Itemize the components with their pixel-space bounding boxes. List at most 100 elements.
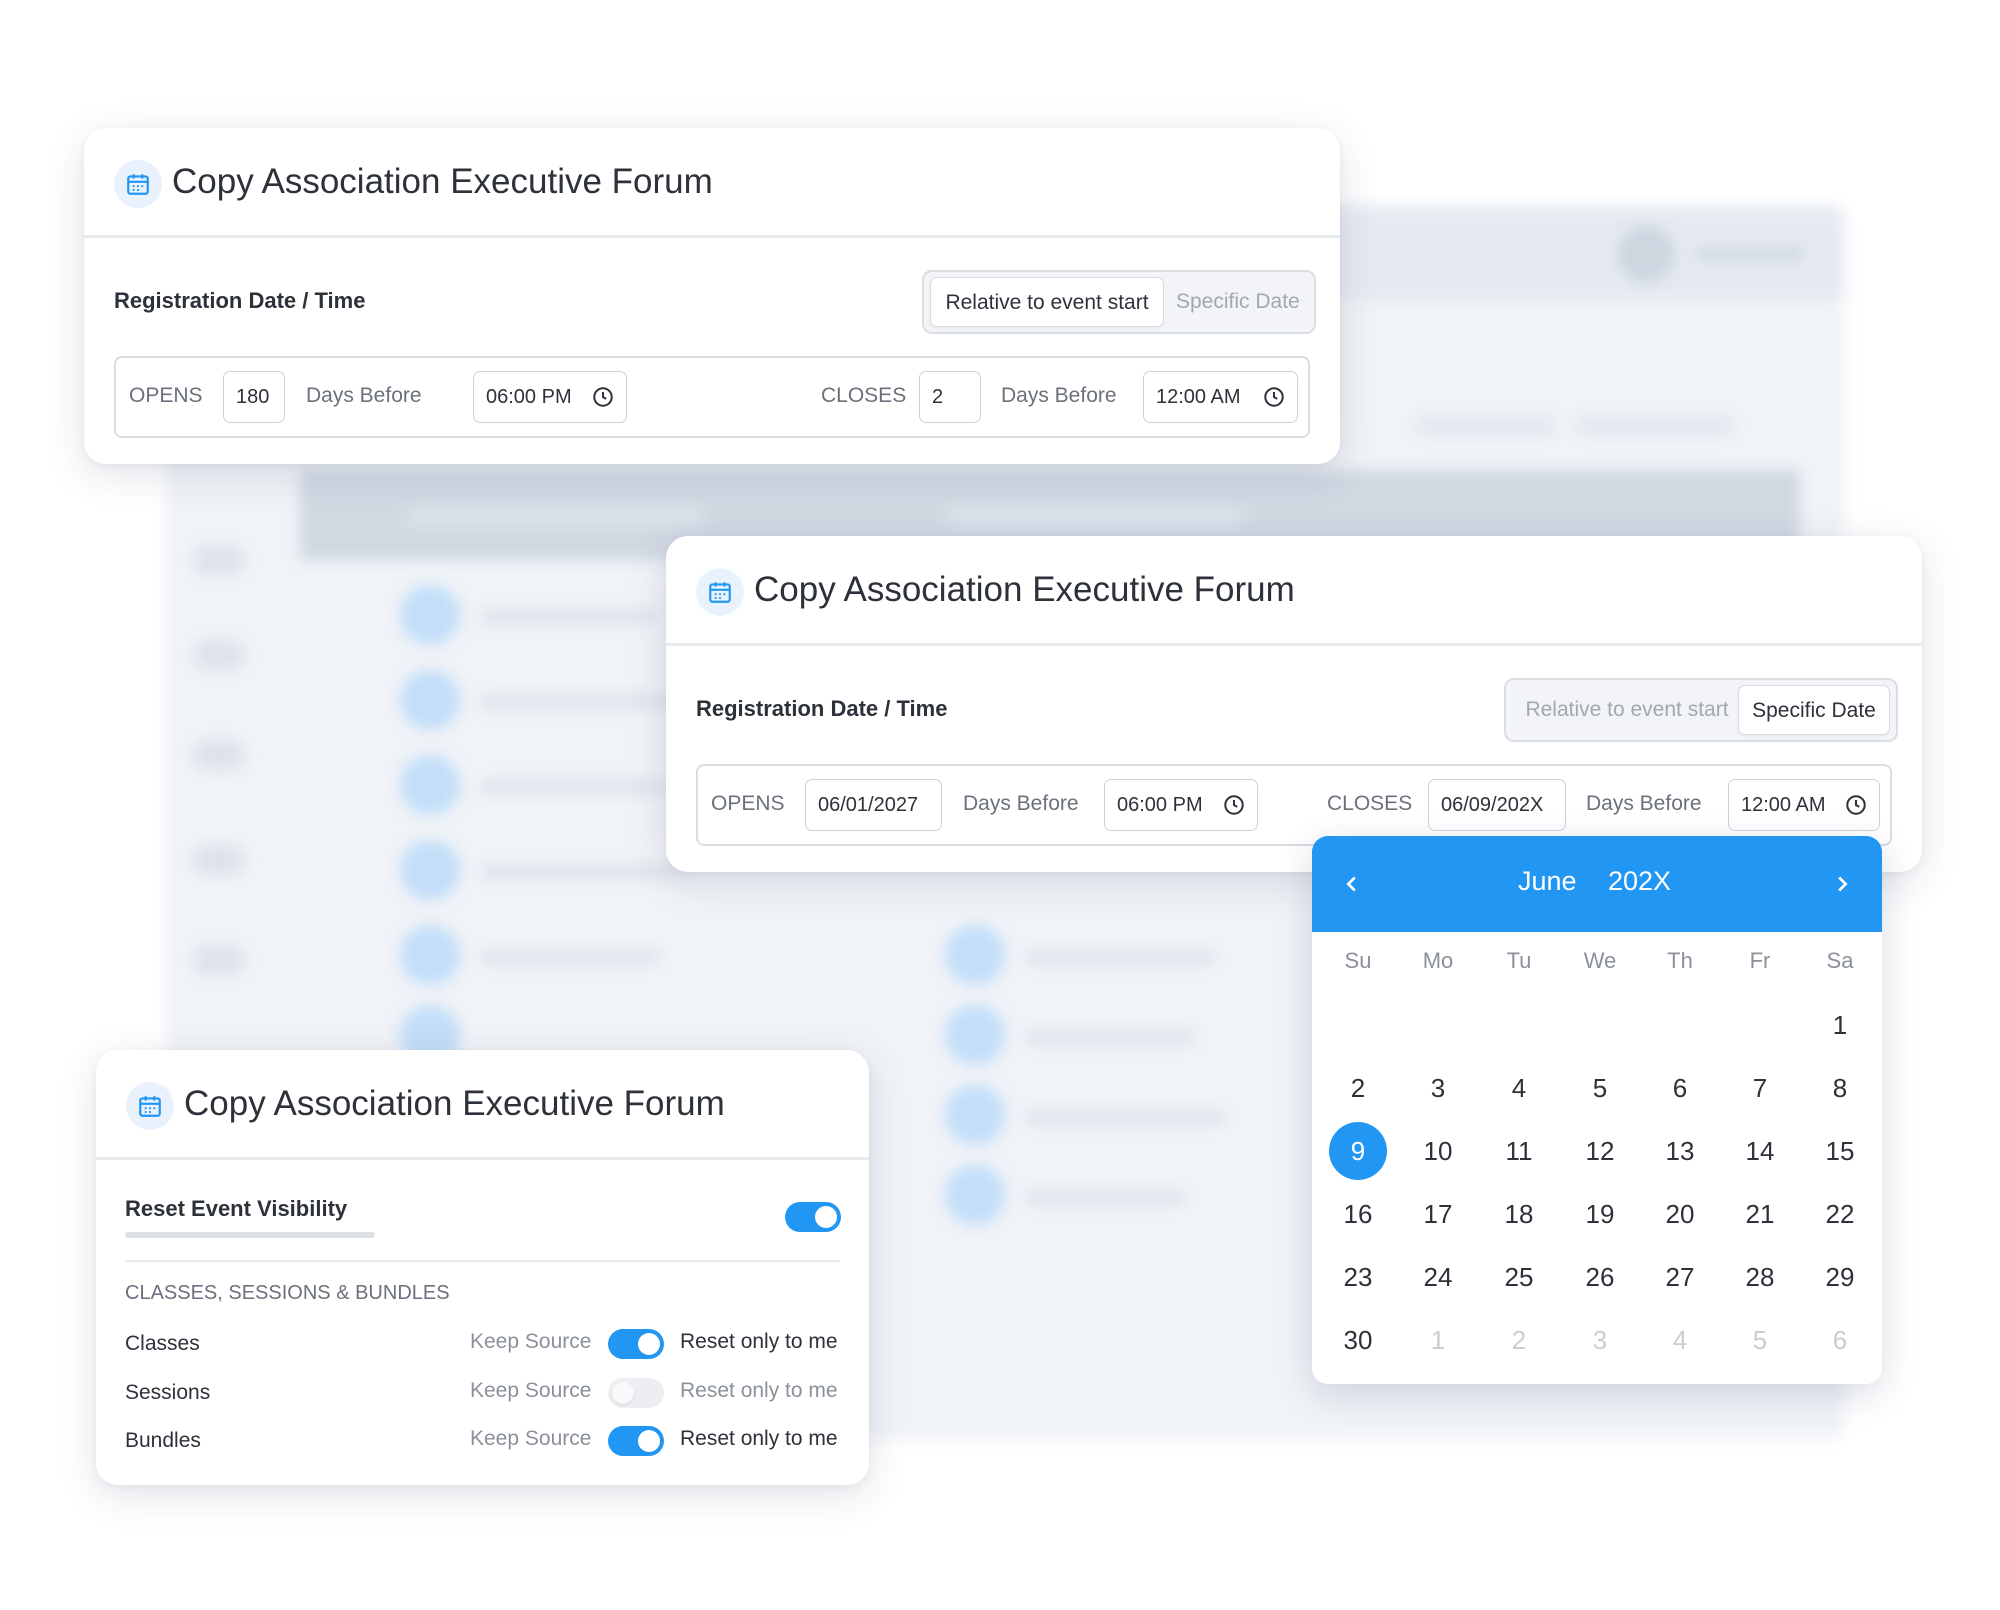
card-header: Copy Association Executive Forum [96, 1050, 869, 1160]
opens-date-input[interactable]: 06/01/2027 [805, 779, 942, 831]
registration-row: OPENS 06/01/2027 Days Before 06:00 PM CL… [696, 764, 1892, 846]
background-sidebar-item [193, 945, 245, 975]
calendar-day[interactable]: 12 [1571, 1122, 1629, 1180]
bundles-reset-only: Reset only to me [680, 1427, 838, 1450]
section-label: Registration Date / Time [114, 288, 366, 313]
calendar-day[interactable]: 1 [1811, 996, 1869, 1054]
calendar-day[interactable]: 14 [1731, 1122, 1789, 1180]
calendar-day[interactable]: 4 [1490, 1059, 1548, 1117]
calendar-day[interactable]: 22 [1811, 1185, 1869, 1243]
calendar-day[interactable]: 17 [1409, 1185, 1467, 1243]
sessions-label: Sessions [125, 1381, 211, 1404]
weekday-label: We [1583, 948, 1617, 973]
calendar-day[interactable]: 16 [1329, 1185, 1387, 1243]
weekday-label: Sa [1826, 948, 1854, 973]
clock-icon [1846, 795, 1866, 815]
background-row-avatar [945, 1085, 1005, 1145]
card-title: Copy Association Executive Forum [184, 1084, 725, 1123]
calendar-day[interactable]: 29 [1811, 1248, 1869, 1306]
previous-month-button[interactable] [1334, 866, 1370, 902]
mode-specific-button[interactable]: Specific Date [1738, 685, 1890, 735]
calendar-day[interactable]: 20 [1651, 1185, 1709, 1243]
calendar-day[interactable]: 25 [1490, 1248, 1548, 1306]
bundles-label: Bundles [125, 1429, 201, 1452]
background-row-text [1025, 1190, 1185, 1204]
calendar-month[interactable]: June [1518, 866, 1577, 897]
calendar-day-outside-month: 2 [1511, 1325, 1527, 1355]
closes-days-input[interactable]: 2 [919, 371, 981, 423]
card-registration-specific: Copy Association Executive Forum Registr… [666, 536, 1922, 872]
background-row-text [480, 865, 690, 879]
closes-time-input[interactable]: 12:00 AM [1728, 779, 1880, 831]
background-row-text [480, 610, 660, 624]
mode-toggle: Relative to event start Specific Date [1504, 678, 1898, 742]
weekday-label: Mo [1422, 948, 1454, 973]
mode-relative-button[interactable]: Relative to event start [930, 277, 1164, 327]
background-row-avatar [400, 755, 460, 815]
opens-label: OPENS [129, 384, 203, 407]
calendar-day[interactable]: 15 [1811, 1122, 1869, 1180]
calendar-day[interactable]: 9 [1329, 1122, 1387, 1180]
calendar-day[interactable]: 8 [1811, 1059, 1869, 1117]
calendar-day[interactable]: 6 [1651, 1059, 1709, 1117]
date-picker-header: June 202X [1312, 836, 1882, 932]
calendar-day[interactable]: 5 [1571, 1059, 1629, 1117]
calendar-day-outside-month: 4 [1672, 1325, 1688, 1355]
calendar-day-outside-month: 3 [1592, 1325, 1608, 1355]
closes-date-input[interactable]: 06/09/202X [1428, 779, 1566, 831]
background-row-avatar [945, 1165, 1005, 1225]
closes-time-value: 12:00 AM [1741, 794, 1826, 816]
closes-time-input[interactable]: 12:00 AM [1143, 371, 1298, 423]
next-month-button[interactable] [1824, 866, 1860, 902]
group-label: CLASSES, SESSIONS & BUNDLES [125, 1282, 450, 1304]
mode-toggle: Relative to event start Specific Date [922, 270, 1316, 334]
card-header: Copy Association Executive Forum [84, 128, 1340, 238]
calendar-day[interactable]: 21 [1731, 1185, 1789, 1243]
calendar-day[interactable]: 2 [1329, 1059, 1387, 1117]
mode-relative-button[interactable]: Relative to event start [1510, 685, 1744, 735]
calendar-day[interactable]: 18 [1490, 1185, 1548, 1243]
calendar-day[interactable]: 27 [1651, 1248, 1709, 1306]
chevron-right-icon [1838, 876, 1848, 892]
background-sidebar-item [193, 845, 245, 875]
sessions-toggle[interactable] [608, 1378, 664, 1408]
clock-icon [1264, 387, 1284, 407]
calendar-day[interactable]: 13 [1651, 1122, 1709, 1180]
calendar-day[interactable]: 26 [1571, 1248, 1629, 1306]
card-title: Copy Association Executive Forum [754, 570, 1295, 609]
calendar-day[interactable]: 10 [1409, 1122, 1467, 1180]
background-pagination [1415, 415, 1555, 437]
calendar-day[interactable]: 11 [1490, 1122, 1548, 1180]
classes-keep-source: Keep Source [470, 1330, 592, 1353]
background-row-avatar [400, 585, 460, 645]
calendar-day[interactable]: 28 [1731, 1248, 1789, 1306]
calendar-day-outside-month: 5 [1752, 1325, 1768, 1355]
calendar-day[interactable]: 3 [1409, 1059, 1467, 1117]
background-header-cell [945, 505, 1245, 527]
calendar-day[interactable]: 24 [1409, 1248, 1467, 1306]
opens-days-input[interactable]: 180 [223, 371, 285, 423]
date-picker: June 202X Su Mo Tu We Th Fr Sa 1 2 3 4 5 6 7 8 9 10 11 12 1… [1312, 836, 1882, 1384]
calendar-day-outside-month: 1 [1430, 1325, 1446, 1355]
closes-time-value: 12:00 AM [1156, 386, 1241, 408]
classes-toggle[interactable] [608, 1329, 664, 1359]
weekday-label: Th [1667, 948, 1693, 973]
calendar-day[interactable]: 23 [1329, 1248, 1387, 1306]
background-sidebar-item [193, 740, 245, 770]
background-user-name [1695, 247, 1805, 261]
opens-time-input[interactable]: 06:00 PM [473, 371, 627, 423]
calendar-day[interactable]: 7 [1731, 1059, 1789, 1117]
background-row-text [1025, 1030, 1195, 1044]
card-header: Copy Association Executive Forum [666, 536, 1922, 646]
opens-time-input[interactable]: 06:00 PM [1104, 779, 1258, 831]
bundles-keep-source: Keep Source [470, 1427, 592, 1450]
bundles-toggle[interactable] [608, 1426, 664, 1456]
calendar-day[interactable]: 30 [1329, 1311, 1387, 1369]
reset-visibility-toggle[interactable] [785, 1202, 841, 1232]
sessions-reset-only: Reset only to me [680, 1379, 838, 1402]
calendar-day[interactable]: 19 [1571, 1185, 1629, 1243]
opens-unit-label: Days Before [306, 384, 422, 407]
calendar-year[interactable]: 202X [1608, 866, 1671, 897]
mode-specific-button[interactable]: Specific Date [1164, 277, 1310, 327]
background-row-avatar [945, 925, 1005, 985]
